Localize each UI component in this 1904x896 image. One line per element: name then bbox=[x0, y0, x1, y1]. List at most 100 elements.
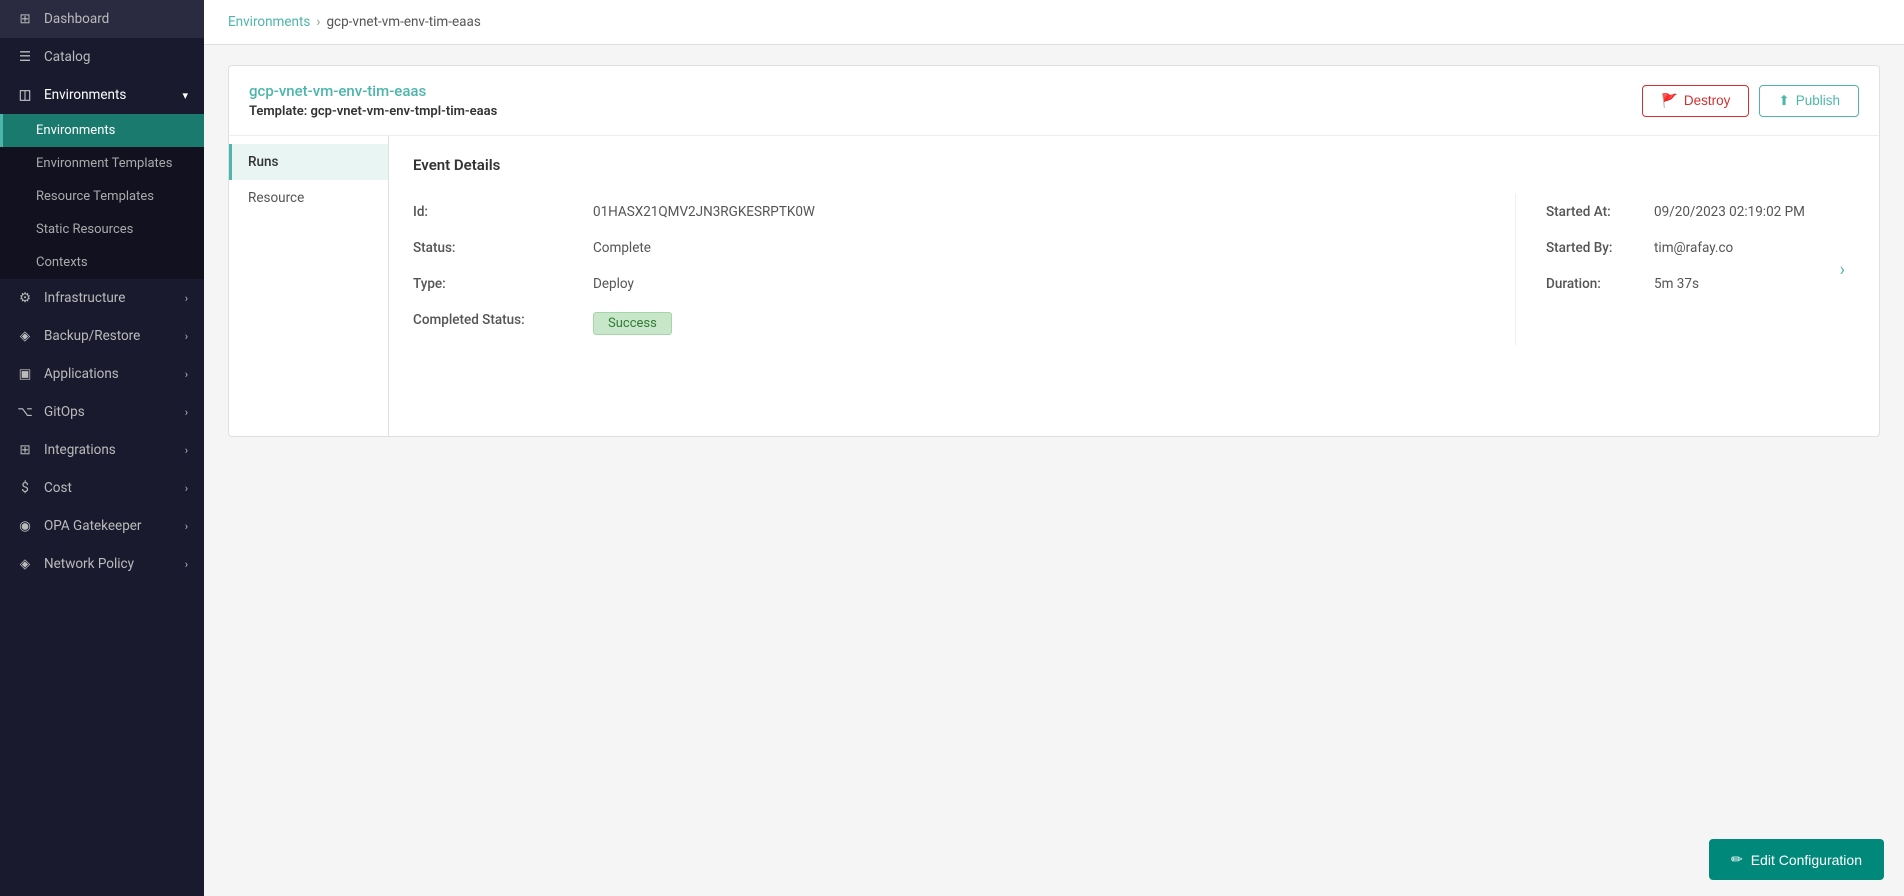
sidebar-subitem-contexts[interactable]: Contexts bbox=[0, 246, 204, 279]
started-by-row: Started By: tim@rafay.co bbox=[1546, 230, 1855, 266]
publish-label: Publish bbox=[1796, 93, 1840, 108]
edit-config-label: Edit Configuration bbox=[1751, 852, 1862, 868]
opa-icon: ◉ bbox=[16, 517, 34, 535]
success-badge: Success bbox=[593, 312, 672, 335]
sidebar-item-backup-restore[interactable]: ◈ Backup/Restore › bbox=[0, 317, 204, 355]
sidebar: ⊞ Dashboard ☰ Catalog ◫ Environments ▾ E… bbox=[0, 0, 204, 896]
sidebar-item-dashboard[interactable]: ⊞ Dashboard bbox=[0, 0, 204, 38]
destroy-button[interactable]: 🚩 Destroy bbox=[1642, 85, 1749, 117]
duration-label: Duration: bbox=[1546, 276, 1646, 292]
side-tabs: Runs Resource bbox=[229, 136, 389, 436]
sidebar-item-label: Network Policy bbox=[44, 556, 134, 572]
environment-title-link[interactable]: gcp-vnet-vm-env-tim-eaas bbox=[249, 82, 497, 100]
catalog-icon: ☰ bbox=[16, 48, 34, 66]
infrastructure-icon: ⚙ bbox=[16, 289, 34, 307]
sidebar-item-label: Cost bbox=[44, 480, 72, 496]
integrations-icon: ⊞ bbox=[16, 441, 34, 459]
started-at-value: 09/20/2023 02:19:02 PM bbox=[1654, 204, 1805, 220]
applications-icon: ▣ bbox=[16, 365, 34, 383]
id-label: Id: bbox=[413, 194, 593, 230]
card-actions: 🚩 Destroy ⬆ Publish bbox=[1642, 85, 1859, 117]
dashboard-icon: ⊞ bbox=[16, 10, 34, 28]
duration-row: Duration: 5m 37s bbox=[1546, 266, 1855, 302]
chevron-right-nav-icon[interactable]: › bbox=[1840, 259, 1845, 280]
tab-runs[interactable]: Runs bbox=[229, 144, 388, 180]
sidebar-item-infrastructure[interactable]: ⚙ Infrastructure › bbox=[0, 279, 204, 317]
tab-content-runs: Event Details Id: 01HASX21QMV2JN3RGKESRP… bbox=[389, 136, 1879, 436]
card-header: gcp-vnet-vm-env-tim-eaas Template: gcp-v… bbox=[229, 66, 1879, 136]
duration-value: 5m 37s bbox=[1654, 276, 1699, 292]
sidebar-item-applications[interactable]: ▣ Applications › bbox=[0, 355, 204, 393]
chevron-right-icon: › bbox=[185, 292, 188, 305]
event-grid: Id: 01HASX21QMV2JN3RGKESRPTK0W Status: C… bbox=[413, 194, 1515, 345]
sidebar-item-environments-parent[interactable]: ◫ Environments ▾ bbox=[0, 76, 204, 114]
breadcrumb-link-environments[interactable]: Environments bbox=[228, 14, 310, 30]
backup-icon: ◈ bbox=[16, 327, 34, 345]
event-details-title: Event Details bbox=[413, 156, 1855, 174]
chevron-right-icon: › bbox=[185, 520, 188, 533]
sidebar-item-label: Integrations bbox=[44, 442, 116, 458]
publish-icon: ⬆ bbox=[1778, 93, 1789, 109]
sidebar-subitem-environment-templates[interactable]: Environment Templates bbox=[0, 147, 204, 180]
type-value: Deploy bbox=[593, 266, 1515, 302]
sidebar-item-integrations[interactable]: ⊞ Integrations › bbox=[0, 431, 204, 469]
started-at-label: Started At: bbox=[1546, 204, 1646, 220]
sidebar-item-label: Applications bbox=[44, 366, 119, 382]
sidebar-subitem-resource-templates[interactable]: Resource Templates bbox=[0, 180, 204, 213]
network-policy-icon: ◈ bbox=[16, 555, 34, 573]
sidebar-item-cost[interactable]: $ Cost › bbox=[0, 469, 204, 507]
event-details-layout: Id: 01HASX21QMV2JN3RGKESRPTK0W Status: C… bbox=[413, 194, 1855, 345]
status-value: Complete bbox=[593, 230, 1515, 266]
completed-status-value: Success bbox=[593, 302, 1515, 345]
breadcrumb-current: gcp-vnet-vm-env-tim-eaas bbox=[326, 14, 480, 30]
chevron-right-icon: › bbox=[185, 330, 188, 343]
content-area: gcp-vnet-vm-env-tim-eaas Template: gcp-v… bbox=[204, 45, 1904, 896]
chevron-right-icon: › bbox=[185, 368, 188, 381]
id-value: 01HASX21QMV2JN3RGKESRPTK0W bbox=[593, 194, 1515, 230]
template-value: gcp-vnet-vm-env-tmpl-tim-eaas bbox=[311, 104, 498, 119]
event-details-left: Id: 01HASX21QMV2JN3RGKESRPTK0W Status: C… bbox=[413, 194, 1515, 345]
chevron-right-icon: › bbox=[185, 558, 188, 571]
sidebar-item-label: Infrastructure bbox=[44, 290, 125, 306]
main-content: Environments › gcp-vnet-vm-env-tim-eaas … bbox=[204, 0, 1904, 896]
sidebar-item-label: GitOps bbox=[44, 404, 85, 420]
bottom-bar: ✏ Edit Configuration bbox=[1689, 823, 1904, 896]
sidebar-item-catalog[interactable]: ☰ Catalog bbox=[0, 38, 204, 76]
type-label: Type: bbox=[413, 266, 593, 302]
event-details-right: Started At: 09/20/2023 02:19:02 PM Start… bbox=[1515, 194, 1855, 345]
breadcrumb: Environments › gcp-vnet-vm-env-tim-eaas bbox=[204, 0, 1904, 45]
sidebar-item-label: OPA Gatekeeper bbox=[44, 518, 142, 534]
sidebar-item-label: Catalog bbox=[44, 49, 90, 65]
sidebar-item-gitops[interactable]: ⌥ GitOps › bbox=[0, 393, 204, 431]
environments-icon: ◫ bbox=[16, 86, 34, 104]
breadcrumb-separator: › bbox=[316, 14, 320, 30]
sidebar-item-label: Dashboard bbox=[44, 11, 109, 27]
card-template-text: Template: gcp-vnet-vm-env-tmpl-tim-eaas bbox=[249, 104, 497, 119]
sidebar-subitem-static-resources[interactable]: Static Resources bbox=[0, 213, 204, 246]
environments-submenu: Environments Environment Templates Resou… bbox=[0, 114, 204, 279]
publish-button[interactable]: ⬆ Publish bbox=[1759, 85, 1859, 117]
sidebar-item-opa-gatekeeper[interactable]: ◉ OPA Gatekeeper › bbox=[0, 507, 204, 545]
card-body: Runs Resource Event Details Id: 01HASX21… bbox=[229, 136, 1879, 436]
edit-icon: ✏ bbox=[1731, 851, 1743, 868]
sidebar-item-network-policy[interactable]: ◈ Network Policy › bbox=[0, 545, 204, 583]
started-at-row: Started At: 09/20/2023 02:19:02 PM bbox=[1546, 194, 1855, 230]
tab-resource[interactable]: Resource bbox=[229, 180, 388, 216]
card-title-section: gcp-vnet-vm-env-tim-eaas Template: gcp-v… bbox=[249, 82, 497, 119]
gitops-icon: ⌥ bbox=[16, 403, 34, 421]
chevron-right-icon: › bbox=[185, 482, 188, 495]
started-by-label: Started By: bbox=[1546, 240, 1646, 256]
sidebar-item-label: Backup/Restore bbox=[44, 328, 140, 344]
chevron-down-icon: ▾ bbox=[182, 89, 188, 102]
edit-configuration-button[interactable]: ✏ Edit Configuration bbox=[1709, 839, 1884, 880]
destroy-label: Destroy bbox=[1684, 93, 1731, 108]
sidebar-subitem-environments[interactable]: Environments bbox=[0, 114, 204, 147]
started-by-value: tim@rafay.co bbox=[1654, 240, 1733, 256]
chevron-right-icon: › bbox=[185, 444, 188, 457]
cost-icon: $ bbox=[16, 479, 34, 497]
environment-card: gcp-vnet-vm-env-tim-eaas Template: gcp-v… bbox=[228, 65, 1880, 437]
status-label: Status: bbox=[413, 230, 593, 266]
completed-status-label: Completed Status: bbox=[413, 302, 593, 345]
template-label: Template: bbox=[249, 104, 307, 119]
sidebar-item-label: Environments bbox=[44, 87, 126, 103]
